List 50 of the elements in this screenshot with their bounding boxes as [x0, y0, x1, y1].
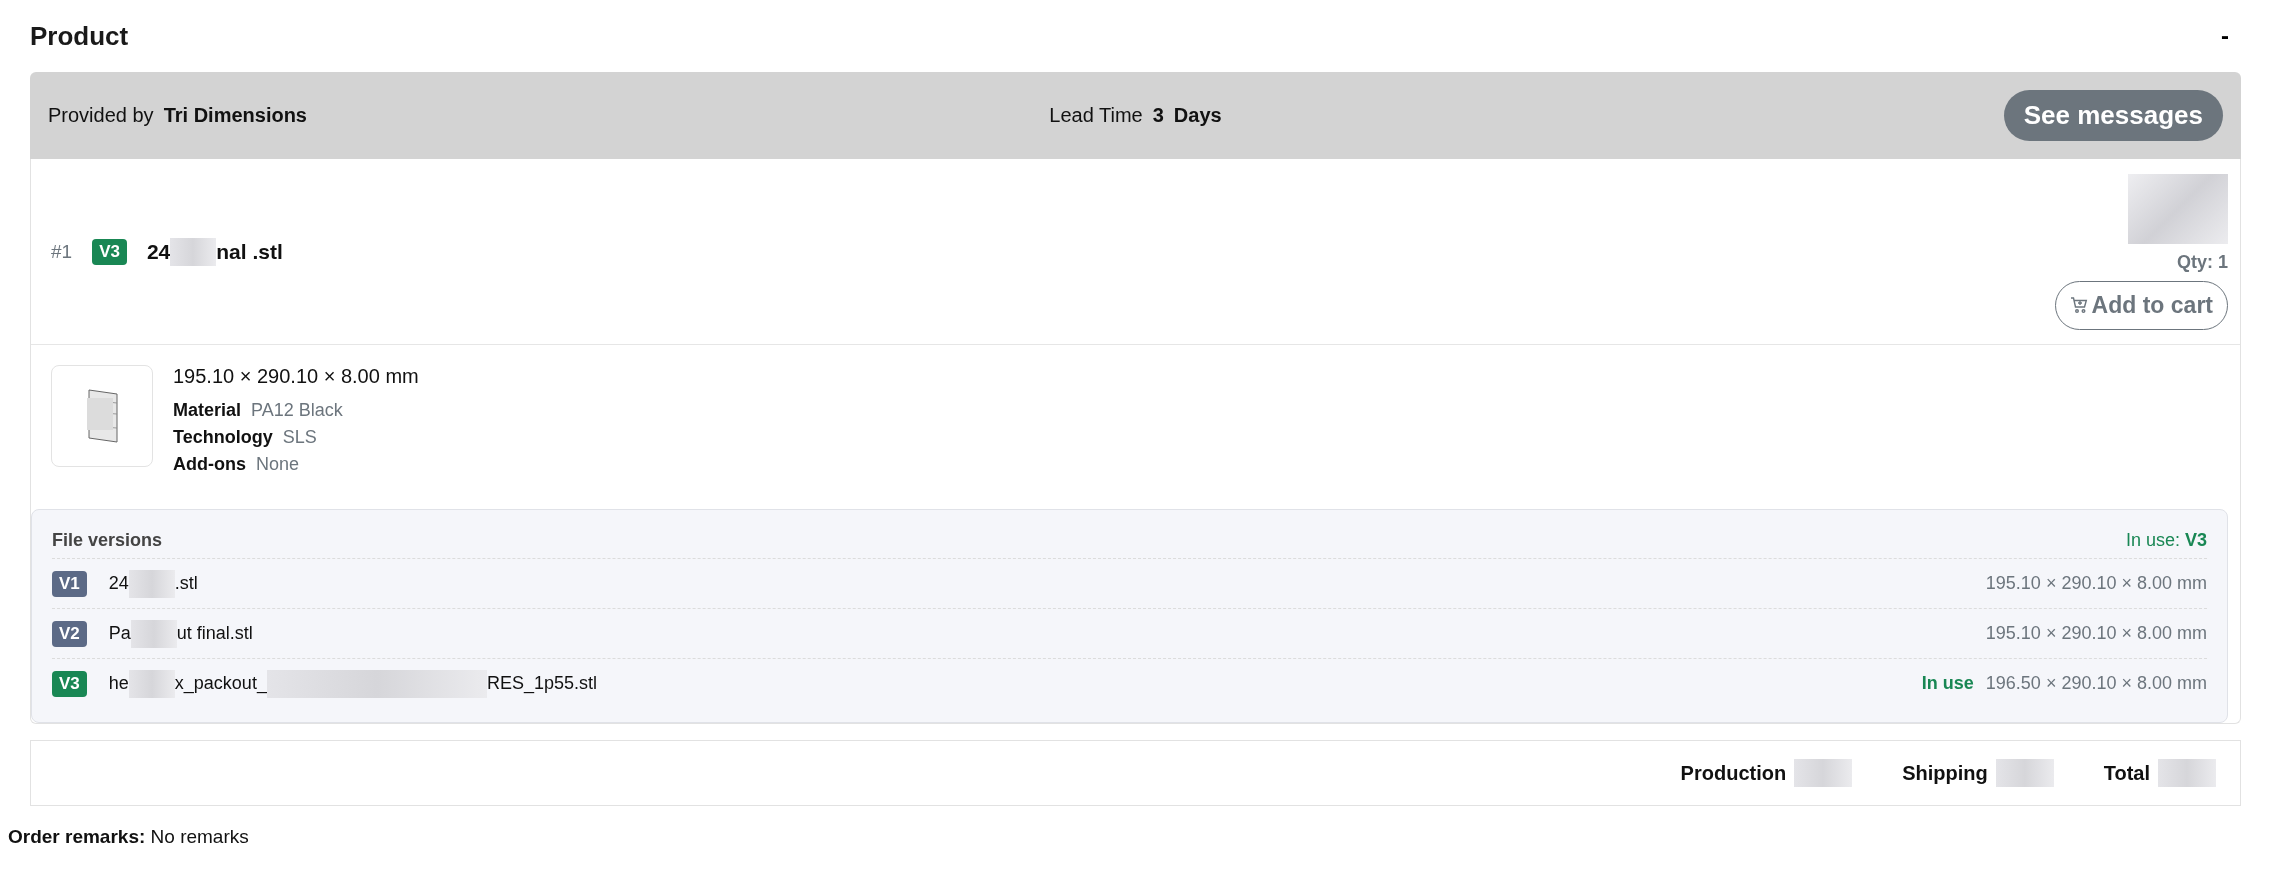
spec-value: None: [256, 454, 299, 475]
dimensions-text: 195.10 × 290.10 × 8.00 mm: [173, 365, 419, 388]
provider-name: Tri Dimensions: [163, 104, 307, 127]
order-remarks: Order remarks: No remarks: [8, 825, 250, 848]
model-drawing: [85, 388, 119, 444]
in-use-label: In use: [1921, 673, 1974, 694]
file-name: x_packout_: [174, 673, 267, 694]
spec-label: Material: [173, 400, 242, 421]
provided-by-label: Provided by: [48, 104, 154, 127]
redacted-block: [2158, 759, 2216, 787]
file-name: he: [108, 673, 129, 694]
lead-time-value: 3: [1152, 104, 1164, 127]
item-number: #1: [51, 240, 73, 263]
file-name: 24: [108, 573, 129, 594]
redacted-block: [170, 237, 217, 266]
redacted-block: [128, 669, 175, 698]
add-to-cart-button[interactable]: Add to cart: [2054, 280, 2228, 330]
panel-title: File versions: [52, 529, 163, 551]
total-label: Production: [1680, 761, 1787, 785]
see-messages-button[interactable]: See messages: [2003, 90, 2223, 141]
file-name: nal .stl: [216, 239, 283, 264]
total-label: Total: [2103, 761, 2150, 785]
spec-label: Add-ons: [173, 454, 246, 475]
file-name: .stl: [174, 573, 198, 594]
dimensions-text: 195.10 × 290.10 × 8.00 mm: [1985, 573, 2207, 594]
dimensions-text: 196.50 × 290.10 × 8.00 mm: [1985, 673, 2207, 694]
collapse-button[interactable]: -: [2221, 22, 2241, 50]
quantity-label: Qty: 1: [2177, 251, 2228, 273]
total-label: Shipping: [1902, 761, 1988, 785]
lead-time-unit: Days: [1173, 104, 1222, 127]
section-title: Product: [30, 20, 129, 52]
file-name: 24: [146, 239, 171, 264]
file-name: ut final.stl: [176, 623, 253, 644]
version-badge: V1: [52, 570, 87, 597]
version-badge: V3: [92, 238, 127, 265]
redacted-block: [130, 619, 177, 648]
version-badge: V2: [52, 620, 87, 647]
spec-value: SLS: [282, 427, 317, 448]
dimensions-text: 195.10 × 290.10 × 8.00 mm: [1985, 623, 2207, 644]
spec-value: PA12 Black: [251, 400, 343, 421]
cart-icon: [2069, 296, 2088, 314]
lead-time-label: Lead Time: [1049, 104, 1143, 127]
redacted-block: [1995, 759, 2054, 787]
version-badge: V3: [52, 670, 87, 697]
redacted-block: [128, 569, 175, 598]
file-name: Pa: [108, 623, 131, 644]
file-name: RES_1p55.stl: [486, 673, 597, 694]
spec-label: Technology: [173, 427, 273, 448]
in-use-summary: In use: V3: [2125, 529, 2207, 551]
redacted-block: [1794, 759, 1853, 787]
